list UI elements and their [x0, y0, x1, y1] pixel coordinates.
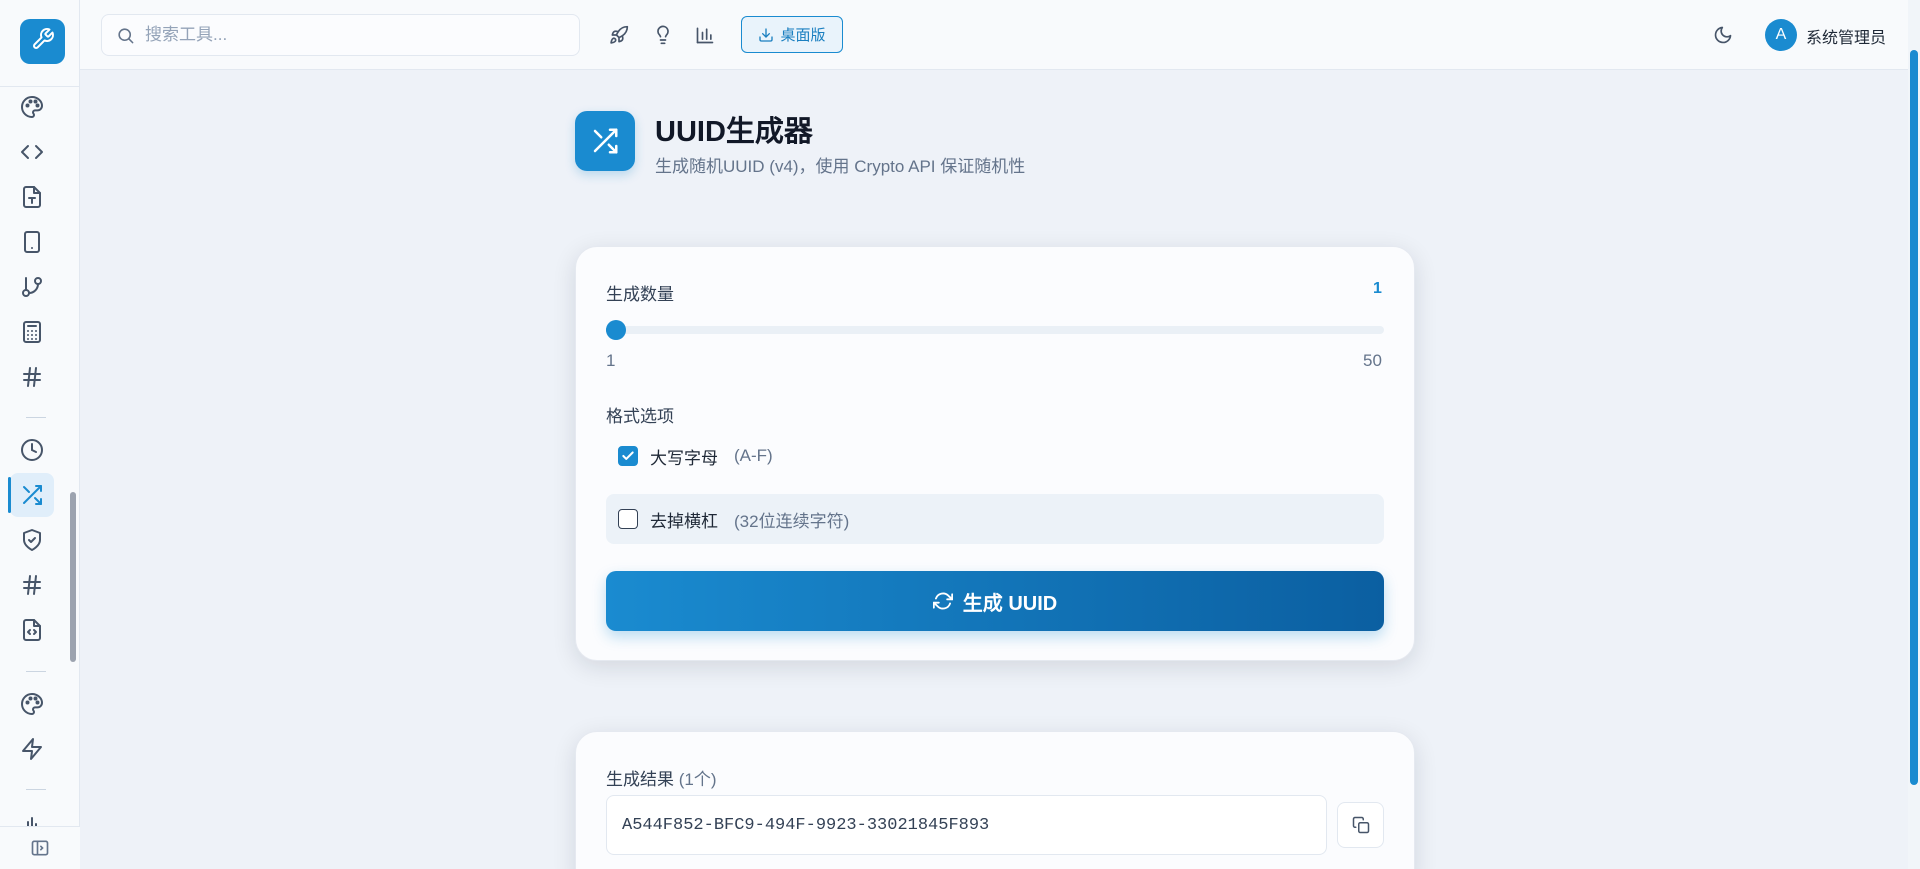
uuid-output[interactable]: A544F852-BFC9-494F-9923-33021845F893: [606, 795, 1327, 855]
slider-min-label: 1: [606, 351, 616, 370]
result-title: 生成结果: [606, 770, 674, 789]
result-count: (1个): [678, 770, 717, 789]
sidebar-item-code[interactable]: [10, 130, 54, 174]
no-hyphens-label: 去掉横杠: [650, 511, 718, 531]
slider-max-label: 50: [1363, 351, 1382, 370]
sidebar-separator: [26, 671, 46, 672]
git-branch-icon: [22, 277, 42, 297]
count-label: 生成数量: [606, 285, 674, 304]
no-hyphens-hint: (32位连续字符): [734, 511, 850, 531]
copy-button[interactable]: [1337, 802, 1384, 848]
sidebar-item-chart[interactable]: [10, 800, 54, 826]
sidebar-separator: [26, 417, 46, 418]
page-title: UUID生成器: [655, 116, 813, 148]
stats-button[interactable]: [690, 20, 720, 50]
page-subtitle: 生成随机UUID (v4)，使用 Crypto API 保证随机性: [655, 157, 1026, 176]
sidebar-item-palette-2[interactable]: [10, 682, 54, 726]
lightbulb-icon: [657, 25, 669, 45]
calculator-icon: [23, 321, 41, 343]
sidebar-collapse-button[interactable]: [0, 826, 80, 869]
avatar[interactable]: A: [1765, 19, 1797, 51]
app-logo[interactable]: [20, 19, 65, 64]
desktop-version-button[interactable]: 桌面版: [741, 16, 843, 53]
check-icon: [622, 451, 634, 460]
search-icon: [118, 27, 134, 43]
chart-icon: [696, 27, 714, 44]
uppercase-checkbox[interactable]: [618, 446, 638, 466]
sidebar-item-code-file[interactable]: [10, 608, 54, 652]
sidebar-item-uuid[interactable]: [8, 473, 54, 517]
sidebar-item-hash-2[interactable]: [10, 563, 54, 607]
code-icon: [21, 145, 43, 159]
sidebar-item-text-file[interactable]: [10, 175, 54, 219]
search-box[interactable]: [101, 14, 580, 56]
option-no-hyphens[interactable]: 去掉横杠 (32位连续字符): [606, 494, 1384, 544]
count-value: 1: [1373, 280, 1382, 297]
generate-uuid-label: 生成 UUID: [962, 592, 1058, 615]
zap-icon: [22, 738, 42, 760]
hash-icon: [23, 367, 41, 387]
shuffle-icon: [23, 485, 42, 505]
refresh-icon: [932, 592, 953, 610]
idea-button[interactable]: [648, 20, 678, 50]
sidebar-item-calculator[interactable]: [10, 310, 54, 354]
sidebar-item-palette[interactable]: [10, 85, 54, 129]
search-input[interactable]: [145, 25, 565, 45]
hash-icon: [23, 575, 41, 595]
rocket-icon: [610, 25, 629, 44]
sidebar-scrollbar[interactable]: [70, 492, 76, 662]
shield-check-icon: [23, 529, 41, 551]
sidebar-item-zap[interactable]: [10, 727, 54, 771]
desktop-version-label: 桌面版: [780, 27, 826, 44]
page-scrollbar-thumb[interactable]: [1910, 50, 1918, 785]
theme-toggle-button[interactable]: [1708, 20, 1738, 50]
chart-icon: [27, 817, 37, 826]
download-icon: [759, 27, 774, 42]
result-label: 生成结果 (1个): [606, 765, 717, 790]
sidebar-item-clock[interactable]: [10, 428, 54, 472]
sidebar: [0, 0, 80, 869]
copy-icon: [1352, 816, 1369, 834]
panel-toggle-icon: [31, 840, 49, 856]
clock-icon: [21, 439, 43, 461]
uppercase-label: 大写字母: [650, 448, 718, 468]
format-label: 格式选项: [606, 407, 674, 426]
rocket-button[interactable]: [604, 20, 634, 50]
top-bar: 桌面版 A 系统管理员: [80, 0, 1920, 70]
shuffle-icon: [593, 128, 618, 154]
sidebar-separator: [26, 789, 46, 790]
sidebar-item-git[interactable]: [10, 265, 54, 309]
wrench-icon: [31, 27, 55, 56]
count-slider[interactable]: [606, 326, 1384, 334]
option-uppercase[interactable]: 大写字母 (A-F): [606, 431, 1384, 481]
tool-icon-badge: [575, 111, 635, 171]
no-hyphens-checkbox[interactable]: [618, 509, 638, 529]
uppercase-hint: (A-F): [734, 446, 773, 465]
count-slider-thumb[interactable]: [606, 320, 626, 340]
username[interactable]: 系统管理员: [1806, 24, 1886, 48]
palette-icon: [21, 692, 44, 716]
tablet-icon: [24, 231, 40, 253]
palette-icon: [21, 95, 44, 119]
generate-uuid-button[interactable]: 生成 UUID: [606, 571, 1384, 631]
moon-icon: [1714, 26, 1732, 44]
sidebar-item-shield[interactable]: [10, 518, 54, 562]
file-code-icon: [23, 619, 41, 641]
file-text-icon: [23, 186, 41, 208]
sidebar-item-tablet[interactable]: [10, 220, 54, 264]
sidebar-item-hash[interactable]: [10, 355, 54, 399]
